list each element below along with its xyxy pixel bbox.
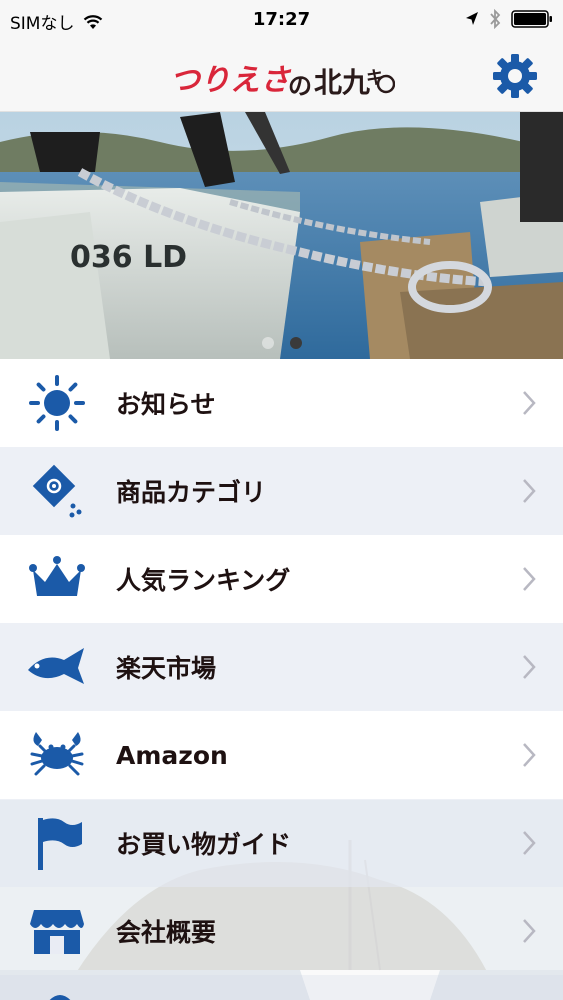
battery-icon (511, 10, 552, 28)
bluetooth-icon (490, 9, 501, 29)
app-logo: つりえさ の 北九 キ (170, 63, 395, 100)
menu-label-news: お知らせ (116, 390, 216, 419)
navigation-bar: つりえさ の 北九 キ (0, 40, 563, 112)
carousel-dot-2[interactable] (289, 337, 302, 349)
menu-item-shopping-guide[interactable]: お買い物ガイド (0, 799, 563, 887)
hero-image: 036 LD (0, 112, 563, 359)
menu-item-news[interactable]: お知らせ (0, 359, 563, 447)
sun-icon (26, 372, 88, 434)
chevron-right-icon (523, 743, 536, 767)
carousel-indicators[interactable] (0, 337, 563, 349)
flag-icon (26, 812, 88, 874)
carousel-dot-1[interactable] (261, 337, 274, 349)
chevron-right-icon (523, 655, 536, 679)
menu-label-ranking: 人気ランキング (116, 566, 291, 595)
status-right (465, 9, 553, 29)
menu-label-amazon: Amazon (116, 740, 228, 770)
chevron-right-icon (523, 479, 536, 503)
chevron-right-icon (523, 919, 536, 943)
menu-item-rakuten[interactable]: 楽天市場 (0, 623, 563, 711)
status-bar: SIMなし 17:27 (0, 0, 563, 40)
svg-text:北九: 北九 (314, 66, 370, 99)
boat-registration-text: 036 LD (70, 240, 187, 275)
partial-icon (49, 995, 71, 1000)
menu-label-categories: 商品カテゴリ (116, 478, 267, 507)
gear-icon[interactable] (491, 52, 539, 100)
location-arrow-icon (466, 12, 478, 25)
crab-icon (26, 724, 88, 786)
menu-item-ranking[interactable]: 人気ランキング (0, 535, 563, 623)
menu-label-shopping-guide: お買い物ガイド (116, 830, 292, 859)
hero-banner[interactable]: 036 LD (0, 112, 563, 359)
menu-label-company: 会社概要 (116, 918, 217, 947)
fish-icon (26, 636, 88, 698)
menu-item-partial[interactable] (0, 975, 563, 1000)
store-icon (26, 900, 88, 962)
crown-icon (26, 548, 88, 610)
menu-item-categories[interactable]: 商品カテゴリ (0, 447, 563, 535)
menu-item-amazon[interactable]: Amazon (0, 711, 563, 799)
chevron-right-icon (523, 831, 536, 855)
menu-label-rakuten: 楽天市場 (116, 654, 217, 683)
chevron-right-icon (523, 391, 536, 415)
tag-icon (26, 460, 88, 522)
main-menu: お知らせ 商品カテゴリ 人気ランキング 楽天市場 Amazon お買い物ガイド … (0, 359, 563, 1000)
svg-text:の: の (288, 72, 312, 100)
menu-item-company[interactable]: 会社概要 (0, 887, 563, 975)
svg-text:つりえさ: つりえさ (170, 63, 292, 98)
chevron-right-icon (523, 567, 536, 591)
